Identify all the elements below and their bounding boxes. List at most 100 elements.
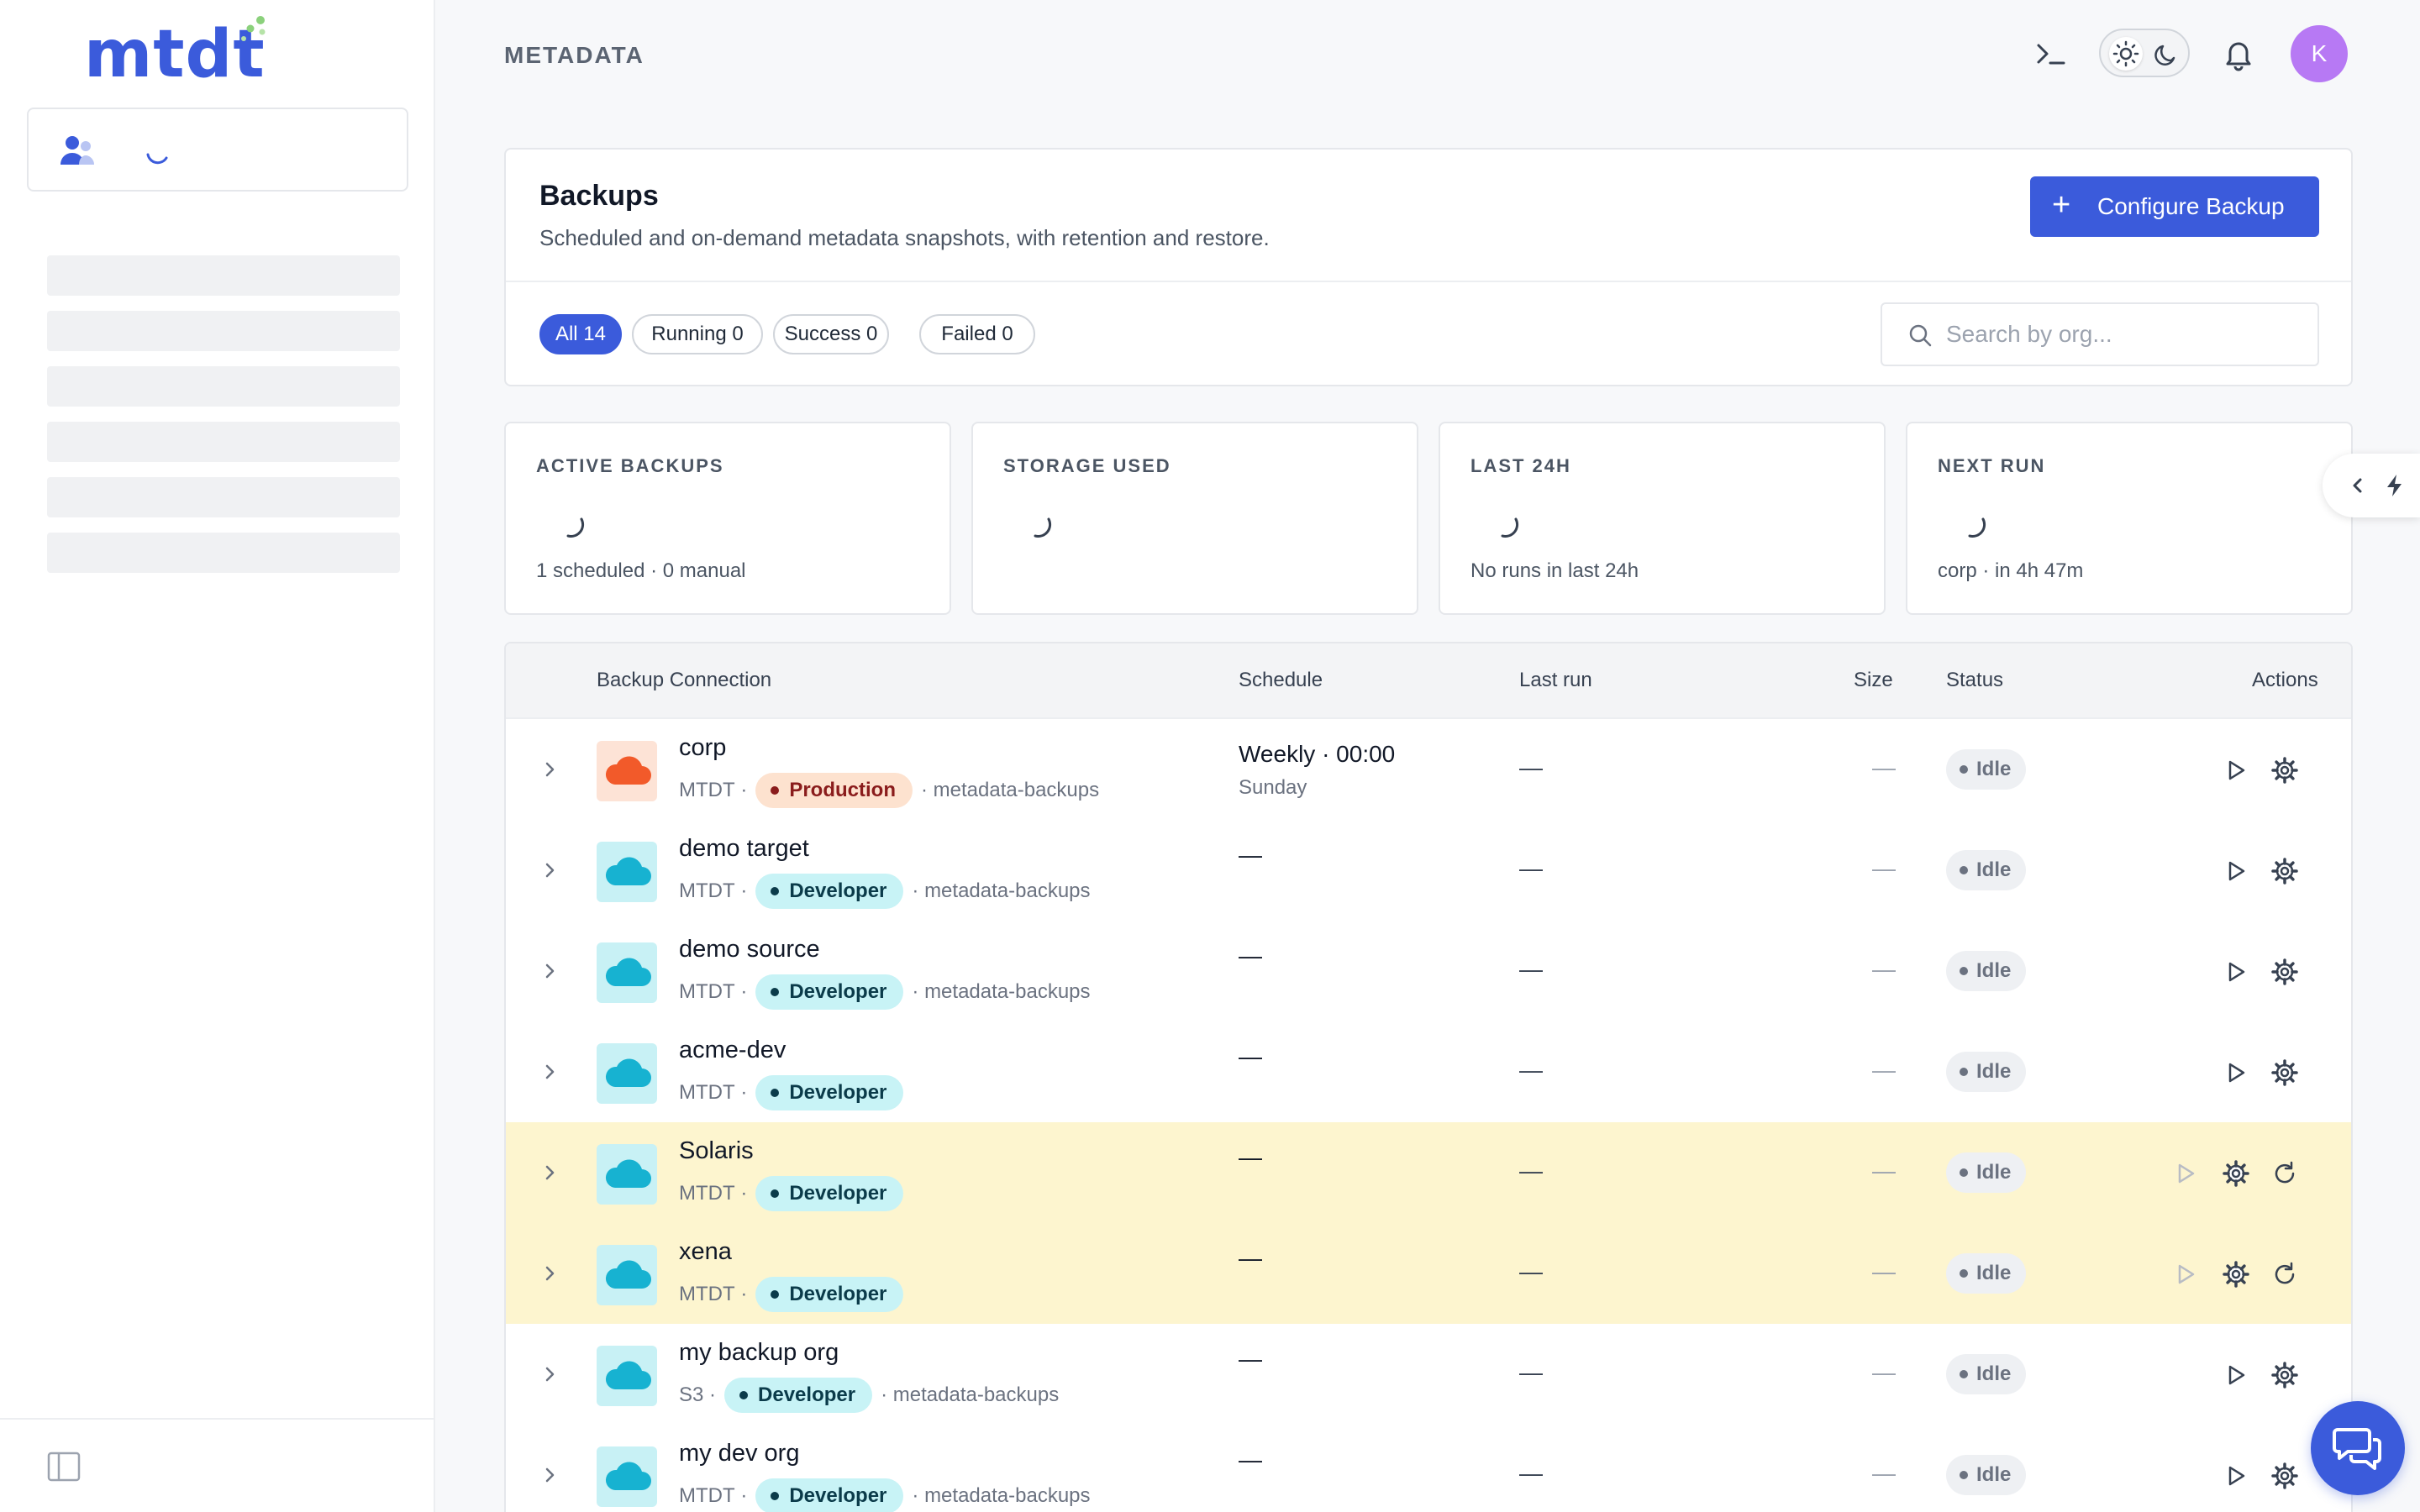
badge-dot [771, 1189, 780, 1198]
row-size: — [1872, 1158, 1896, 1184]
play-icon[interactable] [2222, 1462, 2250, 1490]
row-name[interactable]: corp [679, 734, 726, 762]
filter-failed[interactable]: Failed 0 [919, 314, 1035, 354]
row-bucket: metadata-backups [933, 779, 1100, 801]
chat-button[interactable] [2311, 1401, 2405, 1495]
configure-backup-button[interactable]: + Configure Backup [2030, 176, 2319, 237]
row-schedule: — [1239, 1144, 1262, 1170]
gear-icon[interactable] [2222, 1159, 2250, 1188]
table-row[interactable]: Solaris MTDT · Developer — — — Idle [506, 1122, 2351, 1223]
row-last-run: — [1519, 855, 1543, 881]
chevron-right-icon[interactable] [538, 1161, 561, 1184]
row-name[interactable]: acme-dev [679, 1037, 786, 1064]
row-size: — [1872, 956, 1896, 982]
gear-icon[interactable] [2270, 958, 2299, 986]
row-name[interactable]: my dev org [679, 1440, 799, 1467]
table-row[interactable]: my backup org S3 · Developer · metadata-bac… [506, 1324, 2351, 1425]
row-size: — [1872, 754, 1896, 780]
refresh-icon[interactable] [2270, 1159, 2299, 1188]
status-label: Idle [1976, 1161, 2012, 1184]
chevron-right-icon[interactable] [538, 959, 561, 983]
row-schedule: — [1239, 1043, 1262, 1069]
table-row[interactable]: xena MTDT · Developer — — — Idle [506, 1223, 2351, 1324]
row-name[interactable]: demo source [679, 936, 820, 963]
separator: · [912, 980, 925, 1003]
sun-icon[interactable] [2109, 37, 2143, 71]
status-dot [1960, 1471, 1968, 1479]
row-source: MTDT [679, 879, 735, 902]
environment-label: Developer [789, 1081, 887, 1104]
row-last-run: — [1519, 956, 1543, 982]
table-row[interactable]: corp MTDT · Production · metadata-backups We… [506, 719, 2351, 820]
play-icon[interactable] [2222, 857, 2250, 885]
badge-dot [771, 786, 780, 795]
table-header: Backup Connection Schedule Last run Size… [506, 643, 2351, 719]
gear-icon[interactable] [2270, 756, 2299, 785]
cloud-icon [597, 1346, 657, 1406]
play-icon[interactable] [2222, 756, 2250, 785]
org-switcher[interactable] [27, 108, 408, 192]
gear-icon[interactable] [2270, 1058, 2299, 1087]
row-meta: MTDT · Production · metadata-backups [679, 773, 1099, 808]
row-source: MTDT [679, 1081, 735, 1104]
filter-all[interactable]: All 14 [539, 314, 622, 354]
chevron-right-icon[interactable] [538, 1262, 561, 1285]
chevron-left-icon[interactable] [2346, 474, 2370, 497]
terminal-icon[interactable] [2033, 37, 2067, 71]
gear-icon[interactable] [2270, 857, 2299, 885]
gear-icon[interactable] [2270, 1361, 2299, 1389]
gear-icon[interactable] [2270, 1462, 2299, 1490]
gear-icon[interactable] [2222, 1260, 2250, 1289]
lightning-icon[interactable] [2381, 472, 2408, 499]
row-schedule: — [1239, 942, 1262, 969]
loading-spinner-icon [146, 153, 168, 165]
chat-icon [2333, 1428, 2381, 1470]
status-dot [1960, 1068, 1968, 1076]
chevron-right-icon[interactable] [538, 858, 561, 882]
nav-skeleton [47, 366, 400, 407]
moon-icon[interactable] [2149, 37, 2183, 71]
row-name[interactable]: xena [679, 1238, 732, 1266]
play-icon[interactable] [2171, 1260, 2200, 1289]
theme-toggle[interactable] [2099, 29, 2190, 77]
nav-skeleton [47, 255, 400, 296]
search-input[interactable] [1946, 318, 2299, 351]
backups-card: Backups Scheduled and on-demand metadata… [504, 148, 2353, 386]
environment-label: Developer [758, 1383, 856, 1406]
filter-success[interactable]: Success 0 [773, 314, 889, 354]
side-panel-toggle[interactable] [2323, 454, 2420, 517]
play-icon[interactable] [2222, 958, 2250, 986]
chevron-right-icon[interactable] [538, 758, 561, 781]
chevron-right-icon[interactable] [538, 1463, 561, 1487]
status-label: Idle [1976, 959, 2012, 982]
row-name[interactable]: demo target [679, 835, 809, 863]
row-meta: S3 · Developer · metadata-backups [679, 1378, 1059, 1413]
table-row[interactable]: my dev org MTDT · Developer · metadata-back… [506, 1425, 2351, 1512]
table-row[interactable]: acme-dev MTDT · Developer — — — Idle [506, 1021, 2351, 1122]
play-icon[interactable] [2222, 1361, 2250, 1389]
play-icon[interactable] [2171, 1159, 2200, 1188]
chevron-right-icon[interactable] [538, 1060, 561, 1084]
status-badge: Idle [1946, 1253, 2027, 1294]
filter-running[interactable]: Running 0 [632, 314, 763, 354]
table-row[interactable]: demo source MTDT · Developer · metadata-bac… [506, 921, 2351, 1021]
environment-badge: Developer [724, 1378, 873, 1413]
backups-subtitle: Scheduled and on-demand metadata snapsho… [539, 225, 1270, 250]
row-schedule-day: Sunday [1239, 776, 1307, 799]
row-name[interactable]: my backup org [679, 1339, 839, 1367]
user-avatar[interactable]: K [2291, 25, 2348, 82]
refresh-icon[interactable] [2270, 1260, 2299, 1289]
row-source: MTDT [679, 1182, 735, 1205]
stat-sub: No runs in last 24h [1470, 559, 1639, 582]
backups-table: Backup Connection Schedule Last run Size… [504, 642, 2353, 1512]
stat-next-run: NEXT RUN corp · in 4h 47m [1906, 422, 2353, 615]
logo-dots-icon [241, 16, 266, 41]
configure-backup-label: Configure Backup [2097, 193, 2285, 219]
sidebar-collapse-icon[interactable] [47, 1452, 81, 1482]
table-row[interactable]: demo target MTDT · Developer · metadata-bac… [506, 820, 2351, 921]
play-icon[interactable] [2222, 1058, 2250, 1087]
bell-icon[interactable] [2220, 35, 2257, 72]
chevron-right-icon[interactable] [538, 1362, 561, 1386]
row-last-run: — [1519, 1359, 1543, 1385]
row-name[interactable]: Solaris [679, 1137, 754, 1165]
